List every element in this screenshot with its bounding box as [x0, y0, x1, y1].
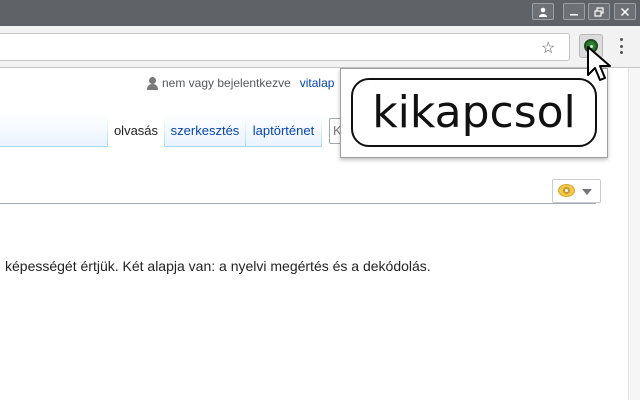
- address-bar[interactable]: ☆: [0, 33, 570, 61]
- talk-link[interactable]: vitalap: [300, 76, 335, 90]
- mouse-cursor-icon: [587, 46, 611, 81]
- extension-tooltip: kikapcsol: [340, 68, 608, 158]
- chevron-down-icon: [582, 189, 592, 195]
- menu-dot: [619, 51, 623, 54]
- window-titlebar: [0, 0, 640, 26]
- star-icon[interactable]: ☆: [541, 38, 555, 58]
- tab-read[interactable]: olvasás: [108, 113, 164, 147]
- minimize-button[interactable]: [563, 3, 585, 20]
- close-button[interactable]: [614, 3, 636, 20]
- login-status: nem vagy bejelentkezve: [162, 76, 291, 90]
- restore-icon: [594, 6, 604, 17]
- menu-dot: [619, 44, 623, 48]
- user-icon: [147, 76, 158, 90]
- toggle-off-label[interactable]: kikapcsol: [351, 78, 597, 147]
- tab-edit[interactable]: szerkesztés: [165, 113, 245, 147]
- eye-icon: [558, 184, 575, 197]
- heading-divider: [0, 203, 596, 204]
- kebab-menu-icon[interactable]: [618, 35, 624, 57]
- minimize-icon: [570, 13, 578, 15]
- personal-tools: nem vagy bejelentkezve vitalap: [147, 76, 334, 90]
- browser-toolbar: ☆: [0, 26, 640, 68]
- tab-separator: [321, 117, 322, 147]
- watch-button[interactable]: [552, 179, 601, 203]
- person-icon: [539, 7, 547, 17]
- menu-dot: [619, 38, 623, 41]
- tab-history[interactable]: laptörténet: [246, 113, 321, 147]
- tabs-underline: [0, 146, 108, 147]
- restore-button[interactable]: [588, 3, 610, 20]
- close-icon: [620, 7, 630, 16]
- profile-button[interactable]: [532, 3, 554, 20]
- article-paragraph: képességét értjük. Két alapja van: a nye…: [5, 258, 431, 274]
- page-scrollbar[interactable]: [628, 68, 640, 400]
- tabs-background: [0, 113, 108, 147]
